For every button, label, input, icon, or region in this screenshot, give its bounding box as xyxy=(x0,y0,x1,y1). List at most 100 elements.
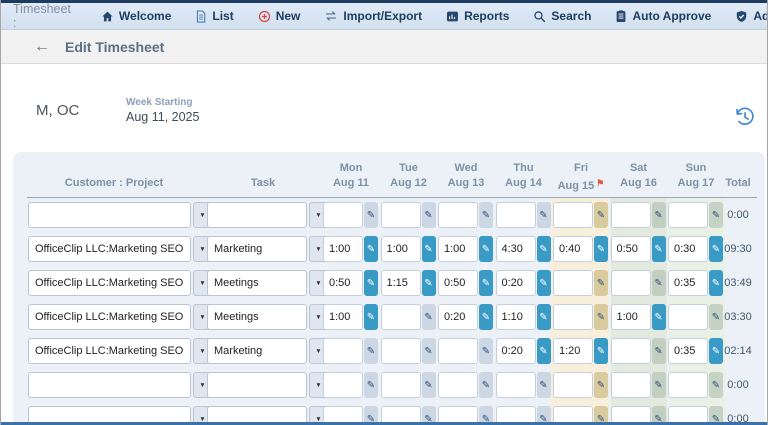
nav-item-list[interactable]: List xyxy=(195,9,234,23)
time-input[interactable]: 1:00 xyxy=(323,236,363,262)
time-input[interactable] xyxy=(380,338,421,364)
time-input[interactable] xyxy=(323,372,363,398)
edit-time-icon[interactable]: ✎ xyxy=(364,338,378,364)
edit-time-icon[interactable]: ✎ xyxy=(651,338,666,364)
task-select-value[interactable] xyxy=(207,372,307,398)
time-input[interactable]: 0:20 xyxy=(495,270,536,296)
time-input[interactable] xyxy=(610,372,651,398)
time-input[interactable] xyxy=(380,372,421,398)
time-input[interactable]: 1:00 xyxy=(438,236,478,262)
time-input[interactable] xyxy=(610,270,651,296)
time-input[interactable]: 0:30 xyxy=(668,236,708,262)
task-select-value[interactable]: Marketing xyxy=(207,338,307,364)
time-input[interactable]: 0:40 xyxy=(553,236,593,262)
time-input[interactable]: 1:20 xyxy=(553,338,593,364)
nav-item-reports[interactable]: Reports xyxy=(446,9,509,23)
edit-time-icon[interactable]: ✎ xyxy=(479,304,493,330)
time-input[interactable] xyxy=(495,202,536,228)
time-input[interactable] xyxy=(553,304,593,330)
edit-time-icon[interactable]: ✎ xyxy=(651,270,666,296)
time-input[interactable]: 1:15 xyxy=(380,270,421,296)
edit-time-icon[interactable]: ✎ xyxy=(594,236,608,262)
task-select-value[interactable]: Meetings xyxy=(207,304,307,330)
time-input[interactable]: 0:50 xyxy=(438,270,478,296)
back-arrow-icon[interactable]: ← xyxy=(34,38,50,55)
time-input[interactable]: 4:30 xyxy=(495,236,536,262)
task-select[interactable]: ▼ xyxy=(207,202,328,228)
edit-time-icon[interactable]: ✎ xyxy=(594,338,608,364)
history-icon[interactable] xyxy=(733,105,756,133)
customer-project-select[interactable]: OfficeClip LLC:Marketing SEO ▼ xyxy=(28,236,212,262)
customer-project-select-value[interactable]: OfficeClip LLC:Marketing SEO xyxy=(28,304,191,330)
week-starting-value[interactable]: Aug 11, 2025 xyxy=(126,110,199,124)
edit-time-icon[interactable]: ✎ xyxy=(364,372,378,398)
time-input[interactable] xyxy=(553,270,593,296)
edit-time-icon[interactable]: ✎ xyxy=(421,372,436,398)
edit-time-icon[interactable]: ✎ xyxy=(421,270,436,296)
customer-project-select-value[interactable] xyxy=(28,202,191,228)
task-select-value[interactable] xyxy=(207,202,307,228)
customer-project-select[interactable]: ▼ xyxy=(28,372,212,398)
time-input[interactable]: 0:35 xyxy=(668,338,708,364)
edit-time-icon[interactable]: ✎ xyxy=(651,304,666,330)
nav-item-auto-approve[interactable]: Auto Approve xyxy=(615,9,711,23)
edit-time-icon[interactable]: ✎ xyxy=(536,338,551,364)
task-select[interactable]: Marketing ▼ xyxy=(207,338,328,364)
nav-item-new[interactable]: New xyxy=(258,9,300,23)
edit-time-icon[interactable]: ✎ xyxy=(479,202,493,228)
task-select[interactable]: Meetings ▼ xyxy=(207,304,328,330)
time-input[interactable] xyxy=(553,202,593,228)
time-input[interactable] xyxy=(438,338,478,364)
time-input[interactable] xyxy=(380,304,421,330)
customer-project-select[interactable]: OfficeClip LLC:Marketing SEO ▼ xyxy=(28,338,212,364)
time-input[interactable]: 1:00 xyxy=(323,304,363,330)
edit-time-icon[interactable]: ✎ xyxy=(536,372,551,398)
time-input[interactable]: 0:50 xyxy=(610,236,651,262)
edit-time-icon[interactable]: ✎ xyxy=(594,372,608,398)
edit-time-icon[interactable]: ✎ xyxy=(479,338,493,364)
time-input[interactable] xyxy=(323,202,363,228)
edit-time-icon[interactable]: ✎ xyxy=(651,202,666,228)
task-select-value[interactable]: Meetings xyxy=(207,270,307,296)
time-input[interactable]: 0:35 xyxy=(668,270,708,296)
time-input[interactable]: 1:00 xyxy=(610,304,651,330)
time-input[interactable] xyxy=(668,304,708,330)
customer-project-select-value[interactable]: OfficeClip LLC:Marketing SEO xyxy=(28,338,191,364)
time-input[interactable]: 0:20 xyxy=(495,338,536,364)
edit-time-icon[interactable]: ✎ xyxy=(479,270,493,296)
edit-time-icon[interactable]: ✎ xyxy=(421,304,436,330)
task-select[interactable]: Meetings ▼ xyxy=(207,270,328,296)
edit-time-icon[interactable]: ✎ xyxy=(479,372,493,398)
edit-time-icon[interactable]: ✎ xyxy=(364,202,378,228)
edit-time-icon[interactable]: ✎ xyxy=(536,304,551,330)
edit-time-icon[interactable]: ✎ xyxy=(364,270,378,296)
time-input[interactable]: 1:10 xyxy=(495,304,536,330)
time-input[interactable] xyxy=(668,372,708,398)
edit-time-icon[interactable]: ✎ xyxy=(651,372,666,398)
edit-time-icon[interactable]: ✎ xyxy=(594,202,608,228)
time-input[interactable]: 0:50 xyxy=(323,270,363,296)
edit-time-icon[interactable]: ✎ xyxy=(594,304,608,330)
time-input[interactable] xyxy=(610,338,651,364)
edit-time-icon[interactable]: ✎ xyxy=(594,270,608,296)
time-input[interactable] xyxy=(323,338,363,364)
time-input[interactable] xyxy=(553,372,593,398)
edit-time-icon[interactable]: ✎ xyxy=(421,338,436,364)
edit-time-icon[interactable]: ✎ xyxy=(479,236,493,262)
edit-time-icon[interactable]: ✎ xyxy=(536,236,551,262)
customer-project-select-value[interactable]: OfficeClip LLC:Marketing SEO xyxy=(28,270,191,296)
edit-time-icon[interactable]: ✎ xyxy=(364,236,378,262)
time-input[interactable]: 0:20 xyxy=(438,304,478,330)
time-input[interactable] xyxy=(610,202,651,228)
time-input[interactable] xyxy=(380,202,421,228)
nav-item-import-export[interactable]: Import/Export xyxy=(324,9,422,23)
edit-time-icon[interactable]: ✎ xyxy=(536,202,551,228)
time-input[interactable] xyxy=(668,202,708,228)
customer-project-select[interactable]: OfficeClip LLC:Marketing SEO ▼ xyxy=(28,270,212,296)
edit-time-icon[interactable]: ✎ xyxy=(364,304,378,330)
edit-time-icon[interactable]: ✎ xyxy=(421,236,436,262)
task-select[interactable]: Marketing ▼ xyxy=(207,236,328,262)
time-input[interactable] xyxy=(495,372,536,398)
task-select[interactable]: ▼ xyxy=(207,372,328,398)
edit-time-icon[interactable]: ✎ xyxy=(536,270,551,296)
